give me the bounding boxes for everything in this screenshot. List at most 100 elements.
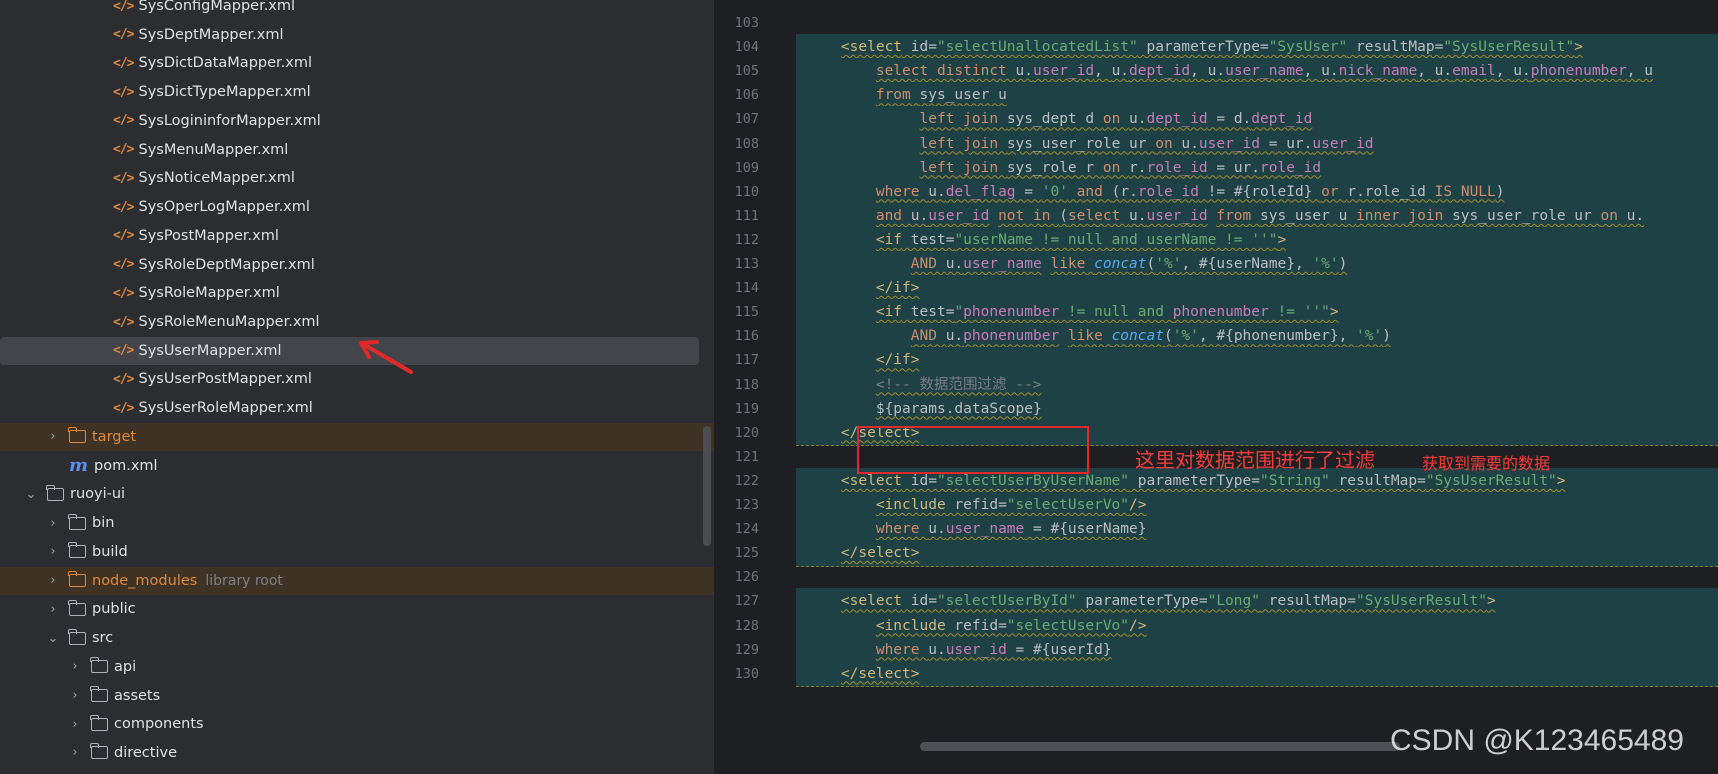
code-editor[interactable]: 103 104 <select id="selectUnallocatedList… <box>714 0 1718 774</box>
code-line[interactable]: 119 ${params.dataScope} <box>714 395 1718 422</box>
maven-file-icon: m <box>69 455 89 477</box>
tree-item[interactable]: › components <box>0 710 714 738</box>
code-token: u. <box>1181 135 1199 152</box>
chevron-right-icon[interactable]: › <box>67 745 83 760</box>
tree-item-label: src <box>92 630 114 647</box>
code-line[interactable]: 124 where u.user_name = #{userName} <box>714 516 1718 543</box>
line-number: 118 <box>734 376 759 393</box>
code-token: , u <box>1626 63 1653 80</box>
xml-file-icon: </> <box>113 314 135 330</box>
chevron-right-icon[interactable]: › <box>45 429 61 444</box>
tree-item[interactable]: </> SysMenuMapper.xml <box>0 136 714 164</box>
code-line[interactable]: 129 where u.user_id = #{userId} <box>714 636 1718 663</box>
code-text: left join sys_dept d on u.dept_id = d.de… <box>806 106 1313 132</box>
code-line[interactable]: 127 <select id="selectUserById" paramete… <box>714 588 1718 615</box>
code-token: = <box>1015 183 1042 200</box>
code-token: dept_id <box>1129 63 1191 80</box>
tree-item[interactable]: › directive <box>0 739 714 767</box>
tree-item[interactable]: </> SysDictTypeMapper.xml <box>0 78 714 106</box>
tree-item[interactable]: </> SysNoticeMapper.xml <box>0 164 714 192</box>
tree-item-label: directive <box>114 744 177 761</box>
code-line[interactable]: 117 </if> <box>714 347 1718 374</box>
chevron-right-icon[interactable]: › <box>45 573 61 588</box>
code-token: = ur. <box>1207 159 1261 176</box>
code-token: like <box>1067 328 1112 345</box>
tree-item[interactable]: </> SysRoleMapper.xml <box>0 279 714 307</box>
code-line[interactable]: 109 left join sys_role r on r.role_id = … <box>714 154 1718 181</box>
code-token: ) <box>1495 183 1505 200</box>
tree-item[interactable]: m pom.xml <box>0 452 714 480</box>
tree-item[interactable]: › build <box>0 538 714 566</box>
code-token: </select> <box>840 665 920 682</box>
code-line[interactable]: 105 select distinct u.user_id, u.dept_id… <box>714 58 1718 85</box>
code-line[interactable]: 115 <if test="phonenumber != null and ph… <box>714 299 1718 326</box>
code-token: "userName != null and userName != ''" <box>954 231 1278 248</box>
code-line[interactable]: 108 left join sys_user_role ur on u.user… <box>714 130 1718 157</box>
tree-item[interactable]: › target <box>0 422 714 451</box>
code-token: sys_dept d <box>1006 111 1103 128</box>
code-line[interactable]: 104 <select id="selectUnallocatedList" p… <box>714 34 1718 61</box>
code-line[interactable]: 112 <if test="userName != null and userN… <box>714 226 1718 254</box>
code-token: test= <box>902 304 955 321</box>
code-token: "SysUserResult" <box>1443 39 1575 56</box>
code-line[interactable]: 103 <box>714 10 1718 36</box>
tree-item[interactable]: </> SysDictDataMapper.xml <box>0 49 714 77</box>
tree-scrollbar[interactable] <box>703 426 711 546</box>
code-line[interactable]: 106 from sys_user u <box>714 82 1718 109</box>
tree-item[interactable]: </> SysLogininforMapper.xml <box>0 107 714 135</box>
tree-item[interactable]: ⌄ src <box>0 624 714 652</box>
tree-item[interactable]: › api <box>0 653 714 681</box>
chevron-right-icon[interactable]: › <box>67 717 83 732</box>
code-text: AND u.user_name like concat('%', #{userN… <box>806 251 1348 277</box>
code-token: = #{userId} <box>1006 641 1112 658</box>
code-line[interactable]: 110 where u.del_flag = '0' and (r.role_i… <box>714 178 1718 206</box>
tree-item[interactable]: </> SysPostMapper.xml <box>0 222 714 250</box>
code-line[interactable]: 126 <box>714 564 1718 590</box>
tree-item[interactable]: › assets <box>0 682 714 710</box>
code-token: on <box>1102 111 1130 128</box>
code-token: dept_id <box>1146 111 1208 128</box>
tree-item[interactable]: ⌄ ruoyi-ui <box>0 480 714 508</box>
chevron-right-icon[interactable]: › <box>45 516 61 531</box>
code-line[interactable]: 128 <include refid="selectUserVo"/> <box>714 612 1718 639</box>
tree-item[interactable]: </> SysDeptMapper.xml <box>0 21 714 49</box>
chevron-right-icon[interactable]: › <box>67 688 83 703</box>
chevron-right-icon[interactable]: › <box>67 659 83 674</box>
code-line[interactable]: 113 AND u.user_name like concat('%', #{u… <box>714 251 1718 278</box>
code-line[interactable]: 111 and u.user_id not in (select u.user_… <box>714 202 1718 230</box>
code-line[interactable]: 107 left join sys_dept d on u.dept_id = … <box>714 106 1718 133</box>
line-number: 110 <box>734 183 759 200</box>
tree-item[interactable]: </> SysUserMapper.xml <box>0 336 699 365</box>
scrollbar-thumb[interactable] <box>920 742 1400 751</box>
line-number: 123 <box>734 497 759 513</box>
tree-item[interactable]: </> SysConfigMapper.xml <box>0 0 714 20</box>
line-number: 103 <box>734 15 759 31</box>
chevron-down-icon[interactable]: ⌄ <box>23 487 39 502</box>
code-line[interactable]: 118 <!-- 数据范围过滤 --> <box>714 371 1718 398</box>
tree-item[interactable]: › bin <box>0 509 714 537</box>
line-number: 125 <box>734 545 759 562</box>
code-line[interactable]: 130 </select> <box>714 660 1718 688</box>
project-tree[interactable]: </> SysConfigMapper.xml </> SysDeptMapper.x… <box>0 0 714 774</box>
code-token: phonenumber <box>1172 304 1269 321</box>
chevron-right-icon[interactable]: › <box>45 544 61 559</box>
tree-item[interactable]: › public <box>0 595 714 623</box>
chevron-down-icon[interactable]: ⌄ <box>45 631 61 646</box>
chevron-right-icon[interactable]: › <box>45 602 61 617</box>
tree-item[interactable]: </> SysOperLogMapper.xml <box>0 193 714 221</box>
code-line[interactable]: 116 AND u.phonenumber like concat('%', #… <box>714 323 1718 350</box>
line-number: 129 <box>734 641 759 658</box>
tree-item[interactable]: </> SysRoleMenuMapper.xml <box>0 308 714 336</box>
tree-item[interactable]: </> SysRoleDeptMapper.xml <box>0 251 714 279</box>
tree-item[interactable]: › node_modules library root <box>0 566 714 595</box>
tree-item[interactable]: </> SysUserRoleMapper.xml <box>0 394 714 422</box>
code-line[interactable]: 114 </if> <box>714 275 1718 302</box>
code-line[interactable]: 125 </select> <box>714 540 1718 567</box>
code-token: = #{userName} <box>1024 521 1147 538</box>
code-line[interactable]: 123 <include refid="selectUserVo"/> <box>714 492 1718 519</box>
